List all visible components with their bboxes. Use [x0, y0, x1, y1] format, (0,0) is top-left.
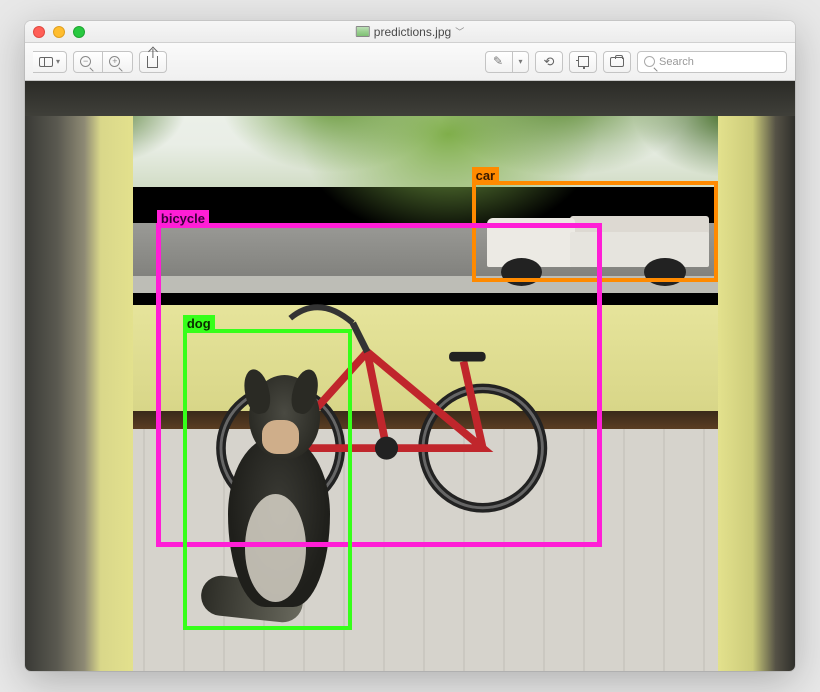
markup-group: ▾	[485, 51, 529, 73]
sidebar-toggle-button[interactable]: ▾	[33, 51, 67, 73]
view-group: ▾	[33, 51, 67, 73]
zoom-in-button[interactable]: +	[103, 51, 132, 73]
crop-icon	[578, 56, 589, 67]
zoom-group: − +	[73, 51, 133, 73]
toolbar: ▾ − + ▾ ⟲	[25, 43, 795, 81]
share-icon	[147, 56, 158, 68]
window-title-text: predictions.jpg	[374, 25, 451, 39]
image-scene: car bicycle dog	[25, 81, 795, 671]
toolbox-button[interactable]	[603, 51, 631, 73]
bbox-bicycle-label: bicycle	[157, 210, 209, 227]
search-input[interactable]: Search	[637, 51, 787, 73]
pencil-icon	[493, 56, 505, 68]
sidebar-icon	[39, 57, 53, 67]
search-icon	[644, 56, 655, 67]
close-button[interactable]	[33, 26, 45, 38]
title-chevron-icon: ﹀	[455, 25, 464, 38]
preview-window: predictions.jpg ﹀ ▾ − +	[25, 21, 795, 671]
chevron-down-icon: ▾	[518, 57, 522, 66]
markup-menu-button[interactable]: ▾	[513, 51, 529, 73]
window-title[interactable]: predictions.jpg ﹀	[356, 25, 464, 39]
toolbox-icon	[610, 57, 624, 67]
zoom-button[interactable]	[73, 26, 85, 38]
rotate-icon: ⟲	[544, 54, 555, 70]
chevron-down-icon: ▾	[56, 57, 60, 66]
share-button[interactable]	[139, 51, 167, 73]
rotate-button[interactable]: ⟲	[535, 51, 563, 73]
image-viewport[interactable]: car bicycle dog	[25, 81, 795, 671]
zoom-out-button[interactable]: −	[73, 51, 103, 73]
minimize-button[interactable]	[53, 26, 65, 38]
bbox-dog: dog	[183, 329, 352, 630]
bbox-dog-label: dog	[183, 315, 215, 332]
crop-button[interactable]	[569, 51, 597, 73]
bbox-car-label: car	[472, 167, 500, 184]
search-placeholder: Search	[659, 56, 694, 68]
traffic-lights	[33, 26, 85, 38]
image-file-icon	[356, 26, 370, 37]
markup-button[interactable]	[485, 51, 513, 73]
titlebar[interactable]: predictions.jpg ﹀	[25, 21, 795, 43]
